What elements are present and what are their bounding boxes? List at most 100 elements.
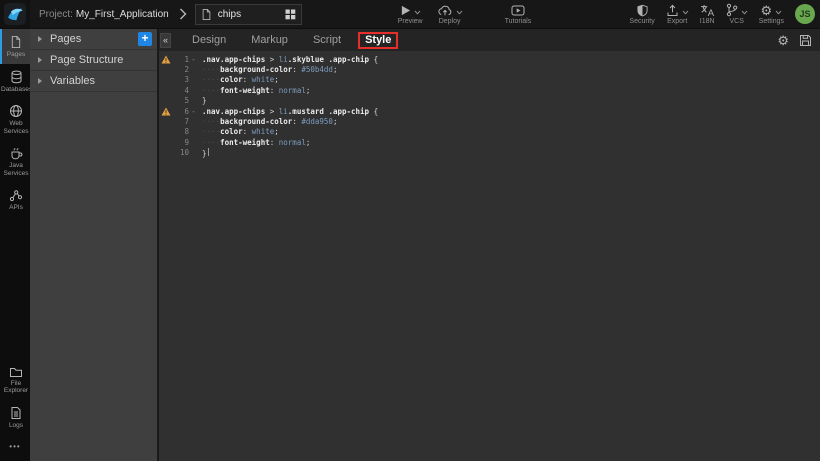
code-token: : [270,86,279,95]
panel-section-pages[interactable]: Pages + [30,29,157,50]
chevron-right-icon [179,8,187,20]
vcs-button[interactable]: VCS [726,3,748,25]
user-avatar[interactable]: JS [795,4,815,24]
chevron-down-icon [682,10,689,15]
database-icon [10,70,23,84]
code-token: ···· [202,138,220,147]
caret-right-icon [38,57,42,63]
deploy-label: Deploy [439,18,461,25]
code-token: { [369,107,378,116]
deploy-button[interactable]: Deploy [437,3,463,25]
folder-icon [9,366,23,378]
warning-icon [161,55,171,64]
code-token: ; [306,138,311,147]
code-line[interactable]: 2····background-color: #50b4dd; [159,64,820,74]
app-logo[interactable] [0,0,30,28]
line-number: 10 [173,148,189,157]
code-token: white [252,127,275,136]
rail-item-logs[interactable]: Logs [0,400,30,435]
code-line[interactable]: 8····color: white; [159,127,820,137]
code-line[interactable]: 7····background-color: #dda950; [159,116,820,126]
security-button[interactable]: Security [629,3,654,25]
tab-script[interactable]: Script [309,32,345,48]
coffee-icon [9,146,23,160]
pages-panel: Pages + Page Structure Variables [30,29,157,461]
security-label: Security [629,18,654,25]
code-line-text: } [202,96,207,105]
code-line-text: ····color: white; [202,127,279,136]
collapse-panel-button[interactable]: « [160,33,171,48]
code-token: > [265,107,279,116]
code-token: : [270,138,279,147]
rail-item-file-explorer[interactable]: File Explorer [0,360,30,400]
rail-item-java-services[interactable]: Java Services [0,140,30,182]
preview-label: Preview [398,18,423,25]
tab-markup[interactable]: Markup [247,32,292,48]
grid-view-icon[interactable] [285,9,296,20]
line-number: 4 [173,86,189,95]
rail-item-pages[interactable]: Pages [0,29,30,64]
tab-design[interactable]: Design [188,32,230,48]
code-token: ···· [202,127,220,136]
code-line[interactable]: 5} [159,96,820,106]
export-button[interactable]: Export [666,3,689,25]
settings-label: Settings [759,18,784,25]
warning-icon [161,107,171,116]
line-number: 5 [173,96,189,105]
settings-button[interactable]: ⚙ Settings [759,3,784,25]
rail-item-databases[interactable]: Databases [0,64,30,99]
text-cursor [208,148,209,156]
i18n-button[interactable]: A I18N [700,3,715,25]
code-line-text: ····color: white; [202,75,279,84]
preview-button[interactable]: Preview [398,3,423,25]
rail-label: Pages [7,51,25,59]
code-line-text: } [202,148,209,158]
code-line[interactable]: 4····font-weight: normal; [159,85,820,95]
code-line[interactable]: 9····font-weight: normal; [159,137,820,147]
fold-marker[interactable]: - [189,55,198,64]
tutorials-label: Tutorials [505,18,532,25]
export-label: Export [667,18,687,25]
code-token: { [369,55,378,64]
open-page-tab[interactable]: chips [195,4,302,25]
code-token: white [252,75,275,84]
line-number: 3 [173,75,189,84]
panel-section-label: Page Structure [50,54,152,66]
fold-marker[interactable]: - [189,107,198,116]
editor-settings-icon[interactable]: ⚙ [777,34,789,47]
code-token: ; [274,75,279,84]
git-branch-icon [726,3,738,17]
rail-label: Web Services [2,120,30,135]
code-token: ···· [202,65,220,74]
code-editor[interactable]: 1-.nav.app-chips > li.skyblue .app-chip … [159,51,820,461]
tab-style[interactable]: Style [358,32,398,49]
tutorials-button[interactable]: Tutorials [505,3,532,25]
code-token: : [243,75,252,84]
api-icon [9,188,23,202]
panel-section-variables[interactable]: Variables [30,71,157,92]
vcs-label: VCS [730,18,744,25]
save-icon[interactable] [799,34,812,47]
caret-right-icon [38,36,42,42]
video-icon [511,5,525,16]
chevron-down-icon [414,10,421,15]
code-line[interactable]: 6-.nav.app-chips > li.mustard .app-chip … [159,106,820,116]
code-line[interactable]: 10} [159,148,820,158]
add-page-button[interactable]: + [138,32,152,46]
caret-right-icon [38,78,42,84]
rail-spacer [0,217,30,360]
rail-label: Logs [9,422,23,430]
code-line[interactable]: 3 ····color: white; [159,75,820,85]
code-line[interactable]: 1-.nav.app-chips > li.skyblue .app-chip … [159,54,820,64]
code-line-text: ····background-color: #dda950; [202,117,337,126]
rail-item-web-services[interactable]: Web Services [0,98,30,140]
rail-label: Java Services [2,162,30,177]
code-line-text: .nav.app-chips > li.skyblue .app-chip { [202,55,378,64]
export-icon [666,4,679,17]
code-token: .nav.app-chips [202,107,265,116]
rail-item-apis[interactable]: APIs [0,182,30,217]
more-options-icon[interactable]: ••• [0,434,30,461]
panel-section-page-structure[interactable]: Page Structure [30,50,157,71]
warning-gutter [159,55,173,64]
code-token: } [202,149,207,158]
